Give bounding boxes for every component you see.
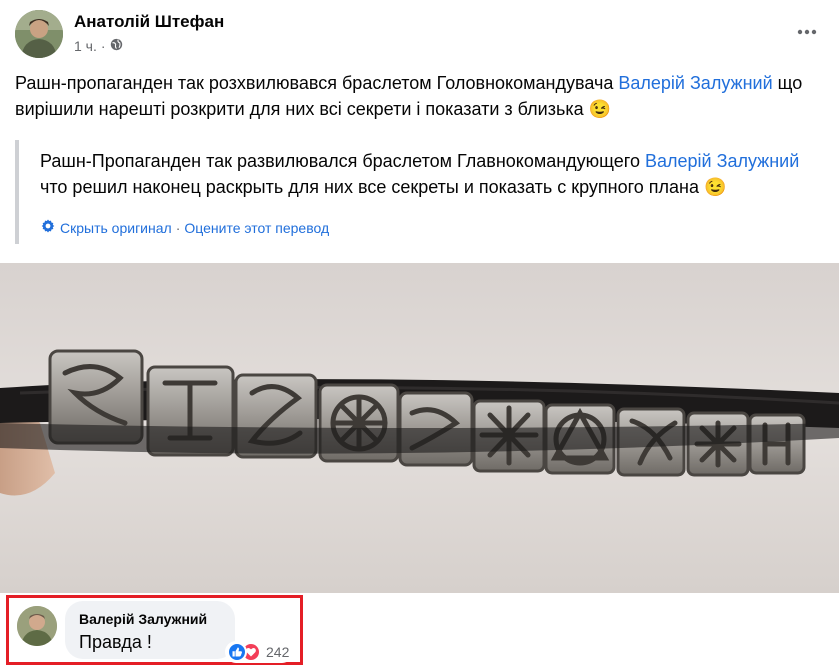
post-text: Рашн-пропаганден так розхвилювався брасл… — [15, 70, 825, 122]
wink-emoji: 😉 — [588, 99, 612, 119]
commenter-name[interactable]: Валерій Залужний — [79, 611, 207, 627]
highlighted-comment: Валерій Залужний Правда ! 242 — [6, 595, 303, 665]
more-horizontal-icon — [797, 29, 817, 35]
post-header: Анатолій Штефан 1 ч. · — [15, 10, 825, 60]
post-meta: 1 ч. · — [74, 38, 123, 54]
post-time[interactable]: 1 ч. — [74, 38, 97, 54]
translation-text-part: Рашн-Пропаганден так развилювался брасле… — [40, 151, 645, 171]
comment-bubble: Валерій Залужний Правда ! — [65, 601, 235, 659]
author-name[interactable]: Анатолій Штефан — [74, 12, 224, 32]
gear-icon — [40, 218, 56, 237]
translation-controls: Скрыть оригинал · Оцените этот перевод — [40, 218, 329, 237]
globe-icon — [110, 38, 123, 54]
wink-emoji: 😉 — [704, 177, 727, 197]
more-options-button[interactable] — [789, 14, 825, 50]
rate-translation-link[interactable]: Оцените этот перевод — [184, 220, 329, 236]
author-avatar[interactable] — [15, 10, 63, 58]
like-reaction-icon — [227, 642, 247, 662]
comment-reactions[interactable]: 242 — [225, 641, 294, 663]
commenter-avatar[interactable] — [17, 606, 57, 646]
reaction-count: 242 — [266, 644, 290, 660]
translation-block: Рашн-Пропаганден так развилювался брасле… — [15, 140, 831, 244]
mention-link[interactable]: Валерій Залужний — [618, 73, 772, 93]
post-photo[interactable] — [0, 263, 839, 593]
translation-text-part: что решил наконец раскрыть для них все с… — [40, 177, 699, 197]
hide-original-link[interactable]: Скрыть оригинал — [60, 220, 172, 236]
post-text-part: Рашн-пропаганден так розхвилювався брасл… — [15, 73, 619, 93]
meta-separator: · — [100, 38, 106, 54]
translation-text: Рашн-Пропаганден так развилювался брасле… — [40, 148, 830, 200]
translation-separator: · — [175, 219, 181, 236]
comment-text: Правда ! — [79, 632, 152, 652]
translation-mention-link[interactable]: Валерій Залужний — [645, 151, 799, 171]
